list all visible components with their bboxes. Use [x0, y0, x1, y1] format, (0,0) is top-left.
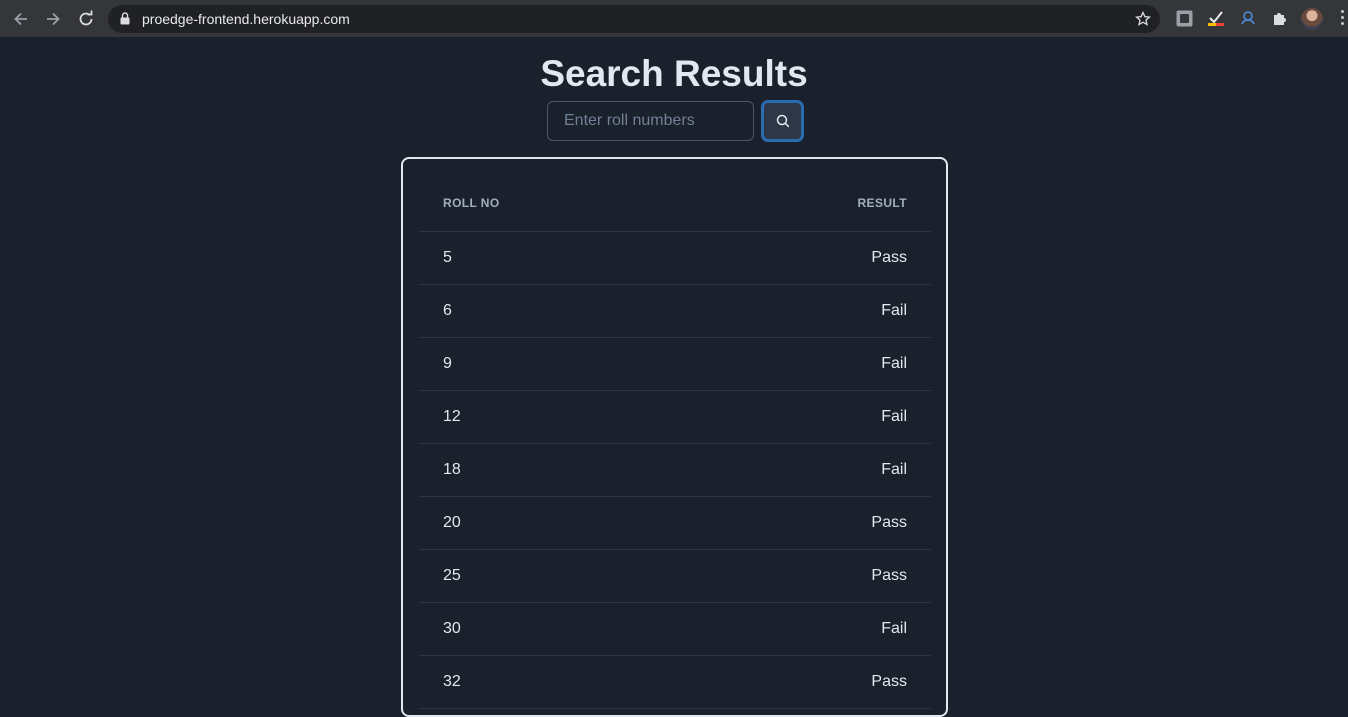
forward-button[interactable]: [42, 8, 64, 30]
roll-number-cell: 9: [419, 337, 684, 391]
roll-number-cell: 20: [419, 496, 684, 550]
browser-menu-icon[interactable]: [1339, 10, 1345, 28]
profile-avatar[interactable]: [1301, 8, 1323, 30]
back-button[interactable]: [10, 8, 32, 30]
roll-number-cell: 32: [419, 655, 684, 709]
table-row: 25 Pass: [419, 549, 931, 603]
result-cell: Pass: [683, 231, 931, 285]
table-row: 30 Fail: [419, 602, 931, 656]
result-cell: Fail: [683, 443, 931, 497]
reload-icon: [79, 10, 93, 26]
reload-button[interactable]: [75, 8, 97, 30]
table-header-row: ROLL NO RESULT: [419, 175, 931, 232]
table-row: 20 Pass: [419, 496, 931, 550]
roll-number-cell: 25: [419, 549, 684, 603]
forward-arrow-icon: [47, 12, 60, 26]
result-cell: Fail: [683, 284, 931, 338]
roll-number-cell: 12: [419, 390, 684, 444]
table-row: 32 Pass: [419, 655, 931, 709]
table-row: 18 Fail: [419, 443, 931, 497]
extension-translate-icon[interactable]: [1175, 9, 1193, 27]
table-row: 6 Fail: [419, 284, 931, 338]
roll-number-cell: 6: [419, 284, 684, 338]
table-row: 5 Pass: [419, 231, 931, 285]
table-row: 12 Fail: [419, 390, 931, 444]
back-arrow-icon: [14, 12, 27, 26]
search-button[interactable]: [761, 100, 804, 142]
extension-cloud-icon[interactable]: [1239, 9, 1257, 27]
url-text: proedge-frontend.herokuapp.com: [142, 11, 350, 27]
result-cell: Fail: [683, 602, 931, 656]
result-cell: Pass: [683, 655, 931, 709]
result-cell: Fail: [683, 390, 931, 444]
results-table: ROLL NO RESULT 5 Pass 6 Fail 9 Fail 12 F…: [419, 175, 931, 709]
result-cell: Pass: [683, 549, 931, 603]
address-bar[interactable]: proedge-frontend.herokuapp.com: [108, 5, 1160, 33]
lock-icon: [120, 12, 130, 25]
result-cell: Pass: [683, 496, 931, 550]
browser-toolbar: proedge-frontend.herokuapp.com: [0, 0, 1348, 37]
page-title: Search Results: [540, 53, 808, 94]
column-header-roll-no: ROLL NO: [419, 175, 684, 232]
results-card: ROLL NO RESULT 5 Pass 6 Fail 9 Fail 12 F…: [401, 157, 948, 717]
table-row: 9 Fail: [419, 337, 931, 391]
roll-number-cell: 5: [419, 231, 684, 285]
roll-number-cell: 18: [419, 443, 684, 497]
extension-checklist-icon[interactable]: [1207, 9, 1225, 27]
column-header-result: RESULT: [683, 175, 931, 232]
bookmark-star-icon[interactable]: [1135, 11, 1151, 27]
result-cell: Fail: [683, 337, 931, 391]
roll-number-search-input[interactable]: [547, 101, 754, 141]
extensions-puzzle-icon[interactable]: [1270, 9, 1288, 27]
roll-number-cell: 30: [419, 602, 684, 656]
search-icon: [776, 114, 789, 128]
